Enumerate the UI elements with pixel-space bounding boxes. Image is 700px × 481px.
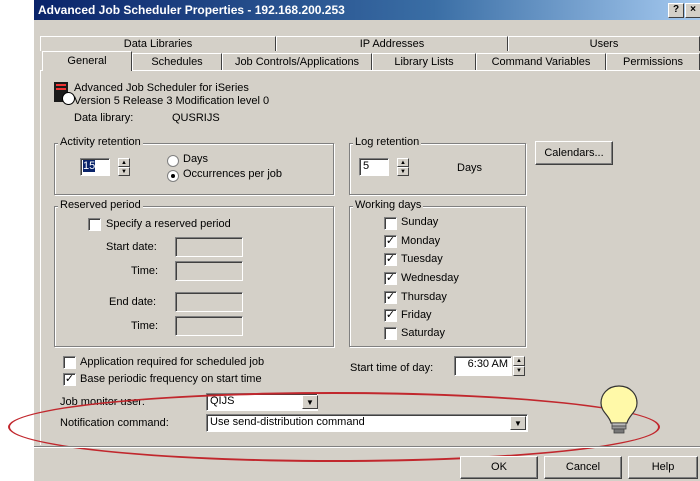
tab-users[interactable]: Users [508,36,700,51]
reserved-period-label: Specify a reserved period [106,218,231,230]
lightbulb-icon [598,384,640,436]
friday-checkbox[interactable]: ✓ [384,309,397,322]
occurrences-radio[interactable] [167,170,179,182]
activity-retention-value: 15 [83,160,96,172]
sunday-checkbox[interactable] [384,217,397,230]
tab-permissions[interactable]: Permissions [606,53,700,70]
data-library-value: QUSRIJS [172,112,220,124]
occurrences-radio-label: Occurrences per job [183,168,283,180]
wednesday-checkbox[interactable]: ✓ [384,272,397,285]
activity-spin-up[interactable]: ▲ [118,158,130,167]
tab-general[interactable]: General [42,51,132,71]
days-radio[interactable] [167,155,179,167]
start-time-of-day-input[interactable]: 6:30 AM [454,356,512,376]
reserved-period-legend: Reserved period [58,199,143,211]
days-radio-label: Days [183,153,209,165]
cancel-button[interactable]: Cancel [544,456,622,479]
start-time-spin-up[interactable]: ▲ [513,356,525,366]
sunday-label: Sunday [401,216,439,228]
monday-checkbox[interactable]: ✓ [384,235,397,248]
activity-retention-input[interactable]: 15 [80,158,110,176]
log-retention-input[interactable]: 5 [359,158,389,176]
activity-spin-down[interactable]: ▼ [118,167,130,176]
log-retention-unit: Days [457,162,483,174]
close-icon[interactable]: × [685,3,700,18]
window-title: Advanced Job Scheduler Properties - 192.… [38,3,345,17]
end-time-field[interactable] [175,316,243,336]
bottom-separator-highlight [34,447,700,448]
friday-label: Friday [401,309,432,321]
saturday-label: Saturday [401,327,446,339]
product-name: Advanced Job Scheduler for iSeries [74,82,249,94]
product-version: Version 5 Release 3 Modification level 0 [74,95,270,107]
log-spin-down[interactable]: ▼ [397,167,409,176]
tuesday-label: Tuesday [401,253,443,265]
thursday-label: Thursday [401,291,447,303]
base-periodic-checkbox[interactable]: ✓ [63,373,76,386]
tab-schedules[interactable]: Schedules [132,53,222,70]
thursday-checkbox[interactable]: ✓ [384,291,397,304]
highlight-ellipse [8,392,660,462]
start-date-field[interactable] [175,237,243,257]
end-date-field[interactable] [175,292,243,312]
end-date-label: End date: [109,296,157,308]
start-time-spin-down[interactable]: ▼ [513,366,525,376]
start-time-of-day-label: Start time of day: [350,362,434,374]
data-library-label: Data library: [74,112,134,124]
scheduler-icon [54,82,75,105]
start-date-label: Start date: [106,241,157,253]
app-required-label: Application required for scheduled job [80,356,265,368]
help-button[interactable]: Help [628,456,698,479]
tab-job-controls[interactable]: Job Controls/Applications [222,53,372,70]
tab-data-libraries[interactable]: Data Libraries [40,36,276,51]
reserved-period-checkbox[interactable] [88,218,101,231]
log-spin-up[interactable]: ▲ [397,158,409,167]
start-time-label: Time: [131,265,159,277]
tab-command-variables[interactable]: Command Variables [476,53,606,70]
tab-ip-addresses[interactable]: IP Addresses [276,36,508,51]
tuesday-checkbox[interactable]: ✓ [384,253,397,266]
working-days-legend: Working days [353,199,424,211]
wednesday-label: Wednesday [401,272,459,284]
base-periodic-label: Base periodic frequency on start time [80,373,262,385]
activity-retention-legend: Activity retention [58,136,143,148]
monday-label: Monday [401,235,441,247]
end-time-label: Time: [131,320,159,332]
help-icon[interactable]: ? [668,3,684,18]
ok-button[interactable]: OK [460,456,538,479]
saturday-checkbox[interactable] [384,327,397,340]
tab-library-lists[interactable]: Library Lists [372,53,476,70]
start-time-field[interactable] [175,261,243,281]
app-required-checkbox[interactable] [63,356,76,369]
log-retention-legend: Log retention [353,136,422,148]
calendars-button[interactable]: Calendars... [535,141,613,165]
